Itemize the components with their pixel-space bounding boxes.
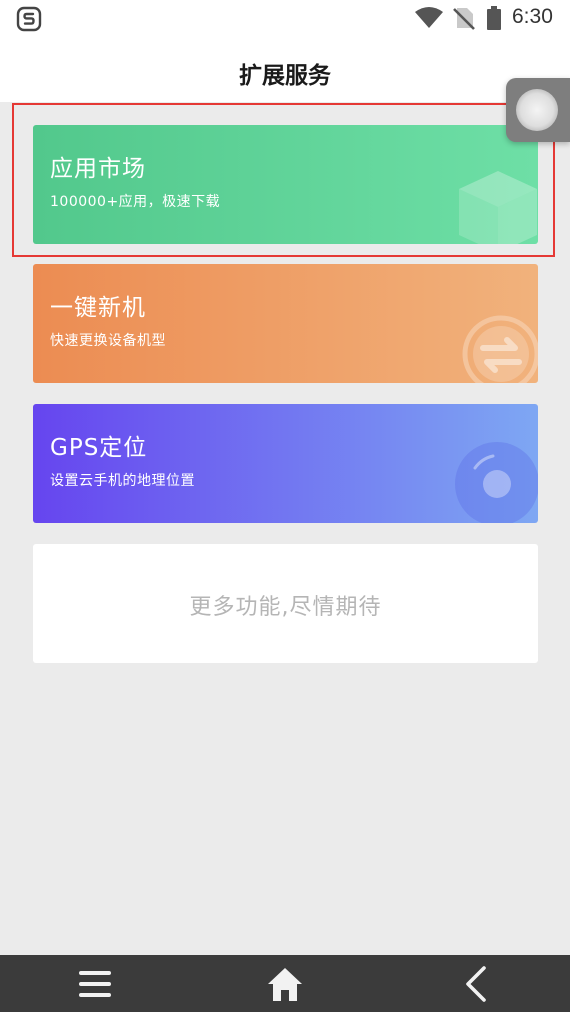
page-header: 扩展服务 (0, 38, 570, 102)
wifi-icon (415, 7, 443, 28)
swap-arrows-icon (462, 315, 538, 383)
location-dot-icon (455, 442, 538, 523)
battery-icon (487, 6, 501, 30)
assist-ring-icon (516, 89, 558, 131)
app-logo-icon (16, 6, 42, 32)
no-sim-icon (453, 8, 475, 30)
new-phone-card[interactable]: 一键新机 快速更换设备机型 (33, 264, 538, 383)
system-nav-bar (0, 955, 570, 1012)
card-subtitle: 100000+应用，极速下载 (50, 194, 221, 210)
cube-icon (459, 171, 537, 244)
app-market-card[interactable]: 应用市场 100000+应用，极速下载 (33, 125, 538, 244)
card-title: GPS定位 (50, 435, 148, 461)
floating-assist-button[interactable] (506, 78, 570, 142)
home-icon[interactable] (265, 965, 305, 1003)
status-time: 6:30 (512, 5, 553, 28)
card-title: 应用市场 (50, 156, 146, 182)
back-icon[interactable] (456, 965, 496, 1003)
menu-icon[interactable] (75, 965, 115, 1003)
card-subtitle: 快速更换设备机型 (50, 333, 166, 349)
gps-location-card[interactable]: GPS定位 设置云手机的地理位置 (33, 404, 538, 523)
more-features-card: 更多功能,尽情期待 (33, 544, 538, 663)
status-bar: 6:30 (0, 0, 570, 38)
card-title: 一键新机 (50, 295, 146, 321)
page-title: 扩展服务 (239, 63, 331, 89)
card-subtitle: 设置云手机的地理位置 (50, 473, 195, 489)
more-features-text: 更多功能,尽情期待 (189, 595, 382, 620)
